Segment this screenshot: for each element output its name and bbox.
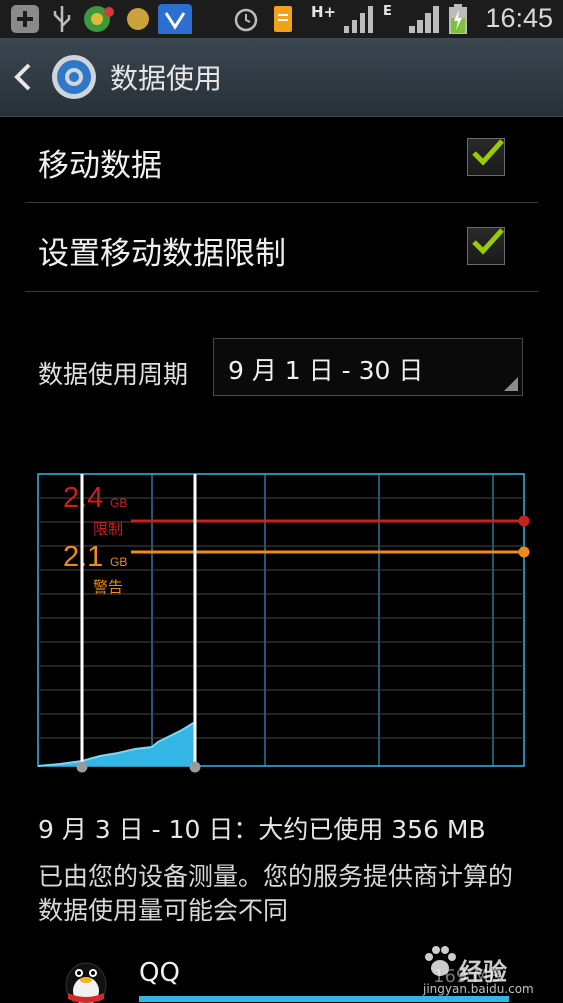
warning-handle[interactable] — [518, 546, 530, 558]
shield-app-icon — [158, 4, 192, 34]
limit-handle[interactable] — [518, 515, 530, 527]
warning-unit: GB — [110, 555, 127, 569]
measurement-note: 已由您的设备测量。您的服务提供商计算的数据使用量可能会不同 — [38, 862, 514, 925]
cycle-dropdown[interactable]: 9 月 1 日 - 30 日 — [213, 338, 523, 396]
range-end-handle[interactable] — [189, 761, 201, 773]
clock: 16:45 — [485, 3, 553, 33]
page-title: 数据使用 — [110, 62, 223, 95]
usb-icon — [53, 6, 71, 32]
cycle-value: 9 月 1 日 - 30 日 — [228, 356, 424, 385]
alarm-icon — [234, 8, 258, 32]
warning-label: 警告 — [93, 578, 123, 596]
cycle-label: 数据使用周期 — [38, 360, 189, 389]
network-type-label: H+ — [311, 3, 337, 21]
chart-grid — [38, 474, 524, 766]
range-start-handle[interactable] — [76, 761, 88, 773]
divider — [25, 291, 538, 292]
file-icon — [274, 6, 292, 32]
watermark: 经验 jingyan.baidu.com — [423, 938, 543, 1000]
signal-icon-2 — [409, 6, 439, 33]
limit-label: 限制 — [93, 520, 123, 538]
mobile-data-label: 移动数据 — [38, 148, 162, 184]
dropdown-corner-icon — [504, 377, 518, 391]
checkmark-icon — [472, 228, 504, 255]
signal-icon — [344, 6, 373, 33]
status-bar: H+ E 16:45 — [0, 0, 563, 38]
data-limit-label: 设置移动数据限制 — [38, 236, 286, 272]
mobile-data-checkbox[interactable] — [467, 138, 505, 176]
divider — [25, 202, 538, 203]
app-notification-icon — [84, 6, 114, 32]
secondary-network-label: E — [383, 4, 392, 19]
usage-area — [38, 722, 195, 766]
paw-logo-icon — [425, 946, 456, 976]
app-name: QQ — [139, 958, 180, 988]
qq-penguin-icon — [65, 962, 107, 1003]
data-usage-chart[interactable]: 2.4 GB 限制 2.1 GB 警告 — [0, 460, 563, 780]
action-bar: 数据使用 — [0, 38, 563, 117]
checkmark-icon — [472, 139, 504, 166]
circle-notification-icon — [127, 8, 149, 30]
usage-summary: 9 月 3 日 - 10 日：大约已使用 356 MB — [38, 815, 486, 844]
battery-charging-icon — [449, 4, 467, 34]
data-limit-checkbox[interactable] — [467, 227, 505, 265]
plus-icon — [11, 5, 39, 33]
limit-unit: GB — [110, 496, 127, 510]
chart-frame — [37, 473, 525, 767]
watermark-url: jingyan.baidu.com — [423, 982, 534, 996]
back-arrow-icon[interactable] — [12, 60, 34, 94]
settings-gear-icon[interactable] — [48, 51, 100, 103]
